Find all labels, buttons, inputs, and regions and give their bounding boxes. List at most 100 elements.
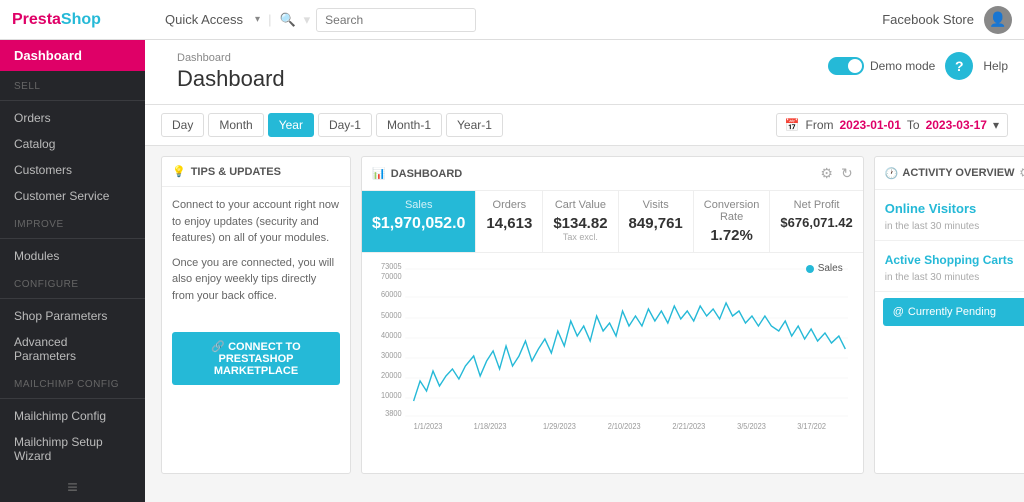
- filter-year-button[interactable]: Year: [268, 113, 314, 137]
- sidebar-collapse-icon[interactable]: ≡: [0, 469, 145, 502]
- tips-body: Connect to your account right now to enj…: [162, 187, 350, 322]
- date-from: 2023-01-01: [840, 118, 901, 132]
- sidebar-item-mailchimp-wizard[interactable]: Mailchimp Setup Wizard: [0, 429, 145, 469]
- stats-row: Sales $1,970,052.0 Orders 14,613 Cart Va…: [362, 191, 863, 253]
- sidebar-section-configure: CONFIGURE: [0, 269, 145, 294]
- stat-cart-value[interactable]: Cart Value $134.82 Tax excl.: [543, 191, 618, 252]
- online-visitors-sub: in the last 30 minutes: [885, 221, 1024, 232]
- logo: PrestaShop: [12, 11, 101, 29]
- date-to-label: To: [907, 118, 920, 132]
- tips-text-2: Once you are connected, you will also en…: [172, 255, 340, 305]
- svg-text:2/10/2023: 2/10/2023: [608, 422, 641, 431]
- widgets-row: 💡 TIPS & UPDATES Connect to your account…: [145, 156, 1024, 484]
- activity-header-actions: ⚙ ↻: [1019, 165, 1024, 181]
- svg-text:1/29/2023: 1/29/2023: [543, 422, 576, 431]
- refresh-icon[interactable]: ↻: [841, 165, 853, 182]
- filter-bar: Day Month Year Day-1 Month-1 Year-1 📅 Fr…: [145, 105, 1024, 146]
- logo-area: PrestaShop: [12, 11, 157, 29]
- filter-day-button[interactable]: Day: [161, 113, 204, 137]
- stat-sales-value: $1,970,052.0: [372, 215, 465, 233]
- quick-access-chevron-icon: ▾: [255, 14, 260, 25]
- avatar[interactable]: 👤: [984, 6, 1012, 34]
- activity-gear-icon[interactable]: ⚙: [1019, 165, 1024, 181]
- stat-sales[interactable]: Sales $1,970,052.0: [362, 191, 476, 252]
- stat-profit[interactable]: Net Profit $676,071.42: [770, 191, 862, 252]
- connect-prestashop-button[interactable]: 🔗 CONNECT TO PRESTASHOP MARKETPLACE: [172, 332, 340, 385]
- sidebar-item-mailchimp-config[interactable]: Mailchimp Config: [0, 403, 145, 429]
- sidebar-item-dashboard[interactable]: Dashboard: [0, 40, 145, 71]
- stat-conversion-value: 1.72%: [704, 227, 760, 244]
- search-input[interactable]: [316, 8, 476, 32]
- filter-month-1-button[interactable]: Month-1: [376, 113, 442, 137]
- tips-text-1: Connect to your account right now to enj…: [172, 197, 340, 247]
- top-navigation: PrestaShop Quick Access ▾ | 🔍 ▾ Facebook…: [0, 0, 1024, 40]
- sidebar-item-catalog[interactable]: Catalog: [0, 131, 145, 157]
- demo-mode-toggle-area: Demo mode: [828, 57, 935, 75]
- gear-icon[interactable]: ⚙: [820, 165, 833, 182]
- pending-icon: @: [893, 306, 904, 318]
- stat-cart-sub: Tax excl.: [553, 232, 607, 242]
- stat-visits-value: 849,761: [629, 215, 683, 232]
- dashboard-header-left: 📊 DASHBOARD: [372, 167, 462, 180]
- svg-text:3/5/2023: 3/5/2023: [737, 422, 766, 431]
- svg-text:73005: 73005: [381, 262, 402, 271]
- svg-text:1/1/2023: 1/1/2023: [414, 422, 443, 431]
- date-chevron-icon: ▾: [993, 118, 999, 132]
- stat-orders-value: 14,613: [486, 215, 532, 232]
- date-range-picker[interactable]: 📅 From 2023-01-01 To 2023-03-17 ▾: [776, 113, 1008, 137]
- stat-orders[interactable]: Orders 14,613: [476, 191, 543, 252]
- help-label: Help: [983, 59, 1008, 73]
- dashboard-widget: 📊 DASHBOARD ⚙ ↻ Sales $1,970,052.0 Order…: [361, 156, 864, 474]
- demo-mode-label: Demo mode: [870, 59, 935, 73]
- sidebar-section-improve: IMPROVE: [0, 209, 145, 234]
- stat-profit-label: Net Profit: [780, 199, 852, 211]
- legend-dot: [806, 265, 814, 273]
- stat-conversion-label: Conversion Rate: [704, 199, 760, 223]
- help-button[interactable]: ?: [945, 52, 973, 80]
- top-right-area: Facebook Store 👤: [882, 6, 1012, 34]
- sidebar: Dashboard SELL Orders Catalog Customers …: [0, 40, 145, 502]
- dashboard-widget-header: 📊 DASHBOARD ⚙ ↻: [362, 157, 863, 191]
- currently-pending-button[interactable]: @ Currently Pending: [883, 298, 1024, 326]
- online-visitors-row: Online Visitors 32: [885, 198, 1024, 219]
- quick-access-link[interactable]: Quick Access: [157, 8, 251, 31]
- pending-label: Currently Pending: [908, 306, 996, 318]
- sidebar-item-shop-parameters[interactable]: Shop Parameters: [0, 303, 145, 329]
- sidebar-item-customers[interactable]: Customers: [0, 157, 145, 183]
- stat-conversion[interactable]: Conversion Rate 1.72%: [694, 191, 771, 252]
- stat-visits[interactable]: Visits 849,761: [619, 191, 694, 252]
- dashboard-header-actions: ⚙ ↻: [820, 165, 852, 182]
- sales-chart: 73005 70000 60000 50000 40000 30000 2000…: [372, 261, 853, 436]
- sidebar-item-advanced-parameters[interactable]: Advanced Parameters: [0, 329, 145, 369]
- sidebar-item-modules[interactable]: Modules: [0, 243, 145, 269]
- svg-text:3/17/202: 3/17/202: [797, 422, 826, 431]
- nav-links: Quick Access ▾ | 🔍 ▾: [157, 8, 882, 32]
- main-layout: Dashboard SELL Orders Catalog Customers …: [0, 40, 1024, 502]
- svg-text:1/18/2023: 1/18/2023: [474, 422, 507, 431]
- filter-month-button[interactable]: Month: [208, 113, 263, 137]
- content-area: Dashboard Dashboard Demo mode ? Help Day…: [145, 40, 1024, 502]
- clock-icon: 🕐: [885, 167, 899, 180]
- svg-text:70000: 70000: [381, 272, 402, 281]
- date-to: 2023-03-17: [926, 118, 987, 132]
- tips-header: 💡 TIPS & UPDATES: [162, 157, 350, 187]
- svg-text:60000: 60000: [381, 290, 402, 299]
- online-visitors-item: Online Visitors 32 in the last 30 minute…: [875, 190, 1024, 241]
- sidebar-item-orders[interactable]: Orders: [0, 105, 145, 131]
- stat-sales-label: Sales: [372, 199, 465, 211]
- demo-mode-toggle[interactable]: [828, 57, 864, 75]
- page-title: Dashboard: [161, 66, 301, 100]
- activity-header-label: 🕐 ACTIVITY OVERVIEW: [885, 167, 1015, 180]
- calendar-icon: 📅: [785, 118, 800, 132]
- stat-cart-label: Cart Value: [553, 199, 607, 211]
- filter-day-1-button[interactable]: Day-1: [318, 113, 372, 137]
- sidebar-item-customer-service[interactable]: Customer Service: [0, 183, 145, 209]
- tips-header-label: TIPS & UPDATES: [191, 166, 281, 178]
- tips-icon: 💡: [172, 165, 186, 178]
- sidebar-section-mailchimp: MAILCHIMP CONFIG: [0, 369, 145, 394]
- svg-text:10000: 10000: [381, 391, 402, 400]
- breadcrumb: Dashboard: [161, 46, 301, 66]
- filter-year-1-button[interactable]: Year-1: [446, 113, 503, 137]
- date-from-label: From: [806, 118, 834, 132]
- chart-area: Sales 73005 70000 60000 50000 40000 3000…: [362, 253, 863, 453]
